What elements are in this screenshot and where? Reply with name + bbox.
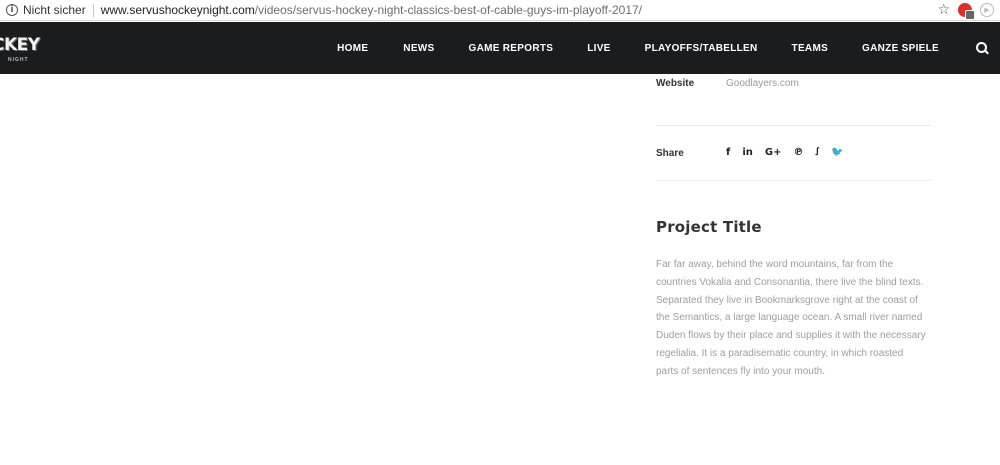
info-icon[interactable]: i <box>6 4 18 16</box>
share-icons: f in G+ ℗ ꭍ 🐦 <box>726 147 844 159</box>
linkedin-icon[interactable]: in <box>742 147 753 159</box>
twitter-icon[interactable]: 🐦 <box>831 147 843 159</box>
facebook-icon[interactable]: f <box>726 147 730 159</box>
project-sidebar: Website Goodlayers.com Share f in G+ ℗ ꭍ… <box>656 74 931 381</box>
main-content-area <box>0 74 620 465</box>
search-icon[interactable] <box>975 41 989 55</box>
url-field[interactable]: www.servushockeynight.com/videos/servus-… <box>101 3 642 17</box>
address-separator <box>92 3 94 17</box>
nav-item-news[interactable]: NEWS <box>403 43 434 54</box>
google-plus-icon[interactable]: G+ <box>765 147 782 159</box>
nav-item-ganze-spiele[interactable]: GANZE SPIELE <box>862 43 939 54</box>
website-row: Website Goodlayers.com <box>656 74 931 126</box>
site-logo[interactable]: CKEY <box>0 37 40 54</box>
nav-item-live[interactable]: LIVE <box>587 43 610 54</box>
browser-address-bar: i Nicht sicher www.servushockeynight.com… <box>0 0 1000 21</box>
project-title: Project Title <box>656 218 762 236</box>
nav-item-playoffs-tabellen[interactable]: PLAYOFFS/TABELLEN <box>645 43 758 54</box>
nav-item-home[interactable]: HOME <box>337 43 368 54</box>
pinterest-icon[interactable]: ℗ <box>794 147 804 159</box>
extension-icon[interactable] <box>958 3 975 20</box>
address-bar-actions: ☆ ▶ <box>937 2 994 20</box>
nav-item-game-reports[interactable]: GAME REPORTS <box>469 43 554 54</box>
site-logo-subtitle: NIGHT <box>8 57 29 63</box>
media-play-icon[interactable]: ▶ <box>980 3 994 17</box>
security-status[interactable]: Nicht sicher <box>23 3 86 17</box>
share-label: Share <box>656 147 684 159</box>
nav-item-teams[interactable]: TEAMS <box>792 43 829 54</box>
url-domain: www.servushockeynight.com <box>100 3 255 17</box>
website-label: Website <box>656 78 695 89</box>
site-navbar: CKEY NIGHT HOME NEWS GAME REPORTS LIVE P… <box>0 22 1000 74</box>
main-navigation: HOME NEWS GAME REPORTS LIVE PLAYOFFS/TAB… <box>337 22 1000 74</box>
url-path: /videos/servus-hockey-night-classics-bes… <box>254 3 643 17</box>
bookmark-star-icon[interactable]: ☆ <box>937 2 950 18</box>
share-row: Share f in G+ ℗ ꭍ 🐦 <box>656 126 931 181</box>
website-value[interactable]: Goodlayers.com <box>726 78 799 89</box>
project-description: Far far away, behind the word mountains,… <box>656 259 926 377</box>
stumbleupon-icon[interactable]: ꭍ <box>816 147 820 159</box>
